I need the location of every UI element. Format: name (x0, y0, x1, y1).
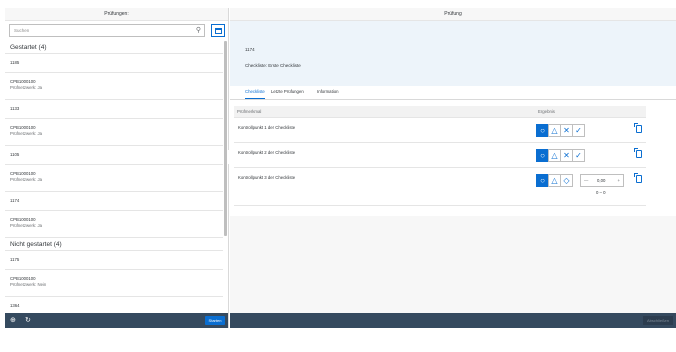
note-icon[interactable] (634, 173, 642, 183)
list-item[interactable]: CPB1000100 Prüfnetzwerk: Ja (5, 211, 223, 238)
list-item-title: 1174 (10, 198, 20, 203)
result-segmented-button: ○ △ ◇ (536, 174, 573, 187)
list-item[interactable]: CPB1000100 Prüfnetzwerk: Nein (5, 270, 223, 297)
detail-panel: Prüfung 1174 Checkliste: Erste Checklist… (230, 8, 676, 313)
top-band (0, 0, 676, 8)
master-title: Prüfungen: (5, 8, 228, 21)
result-segmented-button: ○ △ ✕ ✓ (536, 124, 585, 137)
checklist-label: Checkliste: Erste Checkliste (245, 63, 301, 68)
table-row: Kontrollpunkt 3 der Checkliste ○ △ ◇ — 0… (234, 168, 646, 206)
scan-icon[interactable]: ⊕ (10, 316, 16, 324)
column-header-result: Ergebnis (538, 109, 555, 114)
detail-empty-area (230, 216, 676, 313)
tab-information[interactable]: Information (317, 88, 339, 96)
list-item-title: 1185 (10, 60, 20, 65)
value-stepper[interactable]: — 0,00 + (580, 174, 624, 187)
object-id: 1174 (245, 47, 255, 52)
check-icon[interactable]: ✓ (572, 124, 585, 137)
refresh-icon[interactable]: ↻ (25, 316, 31, 324)
result-segmented-button: ○ △ ✕ ✓ (536, 149, 585, 162)
list-item[interactable]: 1105 (5, 146, 223, 165)
table-row: Kontrollpunkt 1 der Checkliste ○ △ ✕ ✓ (234, 118, 646, 143)
calendar-icon (215, 28, 222, 34)
scrollbar-thumb[interactable] (224, 41, 227, 236)
complete-button[interactable]: Abschließen (643, 316, 673, 325)
note-icon[interactable] (634, 123, 642, 133)
bottom-strip (5, 328, 676, 332)
plus-icon[interactable]: + (617, 175, 620, 186)
search-placeholder: Suchen (14, 28, 30, 33)
list-item[interactable]: 1175 (5, 251, 223, 270)
checklist-table: Prüfmerkmal Ergebnis Kontrollpunkt 1 der… (234, 106, 646, 206)
list-item-attr: Prüfnetzwerk: Ja (10, 131, 43, 136)
list-item[interactable]: CPB1000100 Prüfnetzwerk: Ja (5, 119, 223, 146)
value-range: 0 – 0 (596, 190, 606, 195)
minus-icon[interactable]: — (584, 175, 588, 186)
check-icon[interactable]: ✓ (572, 149, 585, 162)
list-item[interactable]: CPB1000100 Prüfnetzwerk: Ja (5, 165, 223, 192)
list-item-attr: Prüfnetzwerk: Ja (10, 177, 43, 182)
column-header-characteristic: Prüfmerkmal (237, 109, 262, 114)
list-item-attr: Prüfnetzwerk: Ja (10, 85, 43, 90)
row-label: Kontrollpunkt 3 der Checkliste (238, 175, 296, 180)
table-header: Prüfmerkmal Ergebnis (234, 106, 646, 118)
object-header: 1174 Checkliste: Erste Checkliste (230, 21, 676, 86)
tab-checklist[interactable]: Checkliste (245, 88, 265, 99)
app: Prüfungen: Suchen ⚲ Gestartet (4) 1185 C… (0, 0, 676, 352)
detail-footer: Abschließen (230, 313, 676, 328)
row-label: Kontrollpunkt 1 der Checkliste (238, 125, 296, 130)
search-input[interactable]: Suchen ⚲ (9, 24, 205, 37)
list-item[interactable]: 1174 (5, 192, 223, 211)
inspection-list: Gestartet (4) 1185 CPB1000100 Prüfnetzwer… (5, 41, 223, 320)
tab-last-inspections[interactable]: Letzte Prüfungen (271, 88, 304, 96)
detail-title: Prüfung (230, 8, 676, 21)
search-row: Suchen ⚲ (5, 21, 228, 41)
note-icon[interactable] (634, 148, 642, 158)
calendar-button[interactable] (211, 24, 225, 37)
table-row: Kontrollpunkt 2 der Checkliste ○ △ ✕ ✓ (234, 143, 646, 168)
list-item-attr: Prüfnetzwerk: Nein (10, 282, 47, 287)
row-label: Kontrollpunkt 2 der Checkliste (238, 150, 296, 155)
tab-bar: Checkliste Letzte Prüfungen Information (230, 86, 676, 100)
search-icon[interactable]: ⚲ (196, 25, 201, 37)
list-item[interactable]: 1133 (5, 100, 223, 119)
stepper-value: 0,00 (597, 178, 606, 183)
list-item[interactable]: 1185 (5, 54, 223, 73)
list-item-title: 1364 (10, 303, 20, 308)
list-item-attr: Prüfnetzwerk: Ja (10, 223, 43, 228)
list-item-title: 1133 (10, 106, 20, 111)
list-item-title: 1175 (10, 257, 20, 262)
group-header-not-started: Nicht gestartet (4) (5, 238, 223, 251)
master-footer: ⊕ ↻ Starten (5, 313, 228, 328)
list-item[interactable]: CPB1000100 Prüfnetzwerk: Ja (5, 73, 223, 100)
start-button[interactable]: Starten (205, 316, 225, 325)
list-item-title: 1105 (10, 152, 20, 157)
diamond-icon[interactable]: ◇ (560, 174, 573, 187)
master-panel: Prüfungen: Suchen ⚲ Gestartet (4) 1185 C… (5, 8, 229, 328)
group-header-started: Gestartet (4) (5, 41, 223, 54)
list-scrollbar[interactable] (224, 41, 228, 320)
